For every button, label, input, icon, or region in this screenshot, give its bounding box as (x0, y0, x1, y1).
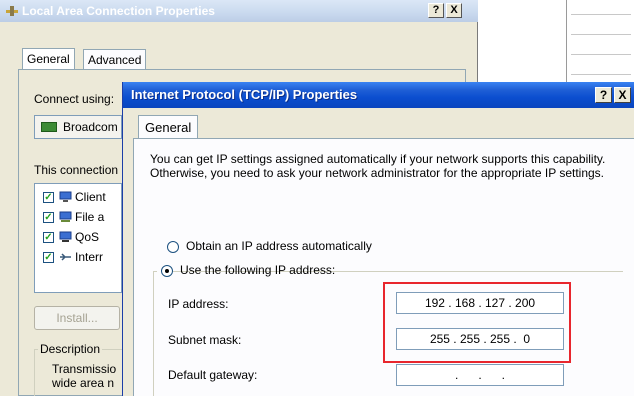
divider (571, 54, 631, 55)
network-adapter-icon (41, 122, 57, 132)
ip-address-group-legend: Use the following IP address: (157, 263, 335, 279)
radio-selected-dot (165, 269, 169, 273)
adapter-name: Broadcom (63, 120, 118, 134)
qos-icon (59, 231, 72, 242)
dialog-title: Internet Protocol (TCP/IP) Properties (131, 87, 358, 102)
background-right-window (566, 0, 634, 88)
this-connection-label: This connection uses the following items… (34, 163, 122, 177)
help-button[interactable]: ? (428, 3, 444, 18)
intro-text: You can get IP settings assigned automat… (150, 152, 606, 180)
use-following-ip-radio[interactable] (161, 265, 173, 277)
description-line: wide area n (52, 376, 115, 390)
list-item-label: QoS (75, 230, 100, 244)
default-gateway-input[interactable]: . . . (396, 364, 564, 386)
tab-general[interactable]: General (138, 115, 199, 139)
checkbox[interactable]: ✓ (43, 252, 54, 263)
description-text: Transmissio wide area n (52, 362, 116, 390)
file-sharing-icon (59, 211, 72, 222)
close-button[interactable]: X (614, 87, 631, 103)
background-window-title: Local Area Connection Properties (22, 4, 215, 18)
default-gateway-label: Default gateway: (168, 368, 258, 382)
network-client-icon (59, 191, 72, 202)
close-button[interactable]: X (446, 3, 462, 18)
install-button[interactable]: Install... (34, 306, 120, 330)
obtain-ip-automatically-radio[interactable] (167, 241, 179, 253)
adapter-box: Broadcom (34, 115, 122, 139)
network-connection-icon (6, 6, 18, 16)
connect-using-label: Connect using: (34, 92, 115, 106)
dialog-titlebar[interactable]: Internet Protocol (TCP/IP) Properties ? … (123, 82, 634, 108)
list-item-label: File a (75, 210, 105, 224)
list-item-label: Interr (75, 250, 104, 264)
checkbox[interactable]: ✓ (43, 212, 54, 223)
tab-general[interactable]: General (22, 48, 75, 70)
obtain-ip-automatically-label[interactable]: Obtain an IP address automatically (186, 239, 372, 253)
divider (571, 34, 631, 35)
protocol-icon (60, 253, 71, 261)
checkbox[interactable]: ✓ (43, 232, 54, 243)
ip-address-label: IP address: (168, 297, 229, 311)
divider (571, 14, 631, 15)
description-line: Transmissio (52, 362, 117, 376)
checkbox[interactable]: ✓ (43, 192, 54, 203)
highlight-box (383, 282, 571, 363)
description-legend: Description (38, 342, 103, 356)
divider (571, 74, 631, 75)
tab-advanced[interactable]: Advanced (83, 49, 147, 70)
help-button[interactable]: ? (595, 87, 612, 103)
subnet-mask-label: Subnet mask: (168, 333, 242, 347)
background-titlebar[interactable]: Local Area Connection Properties ? X (0, 0, 478, 22)
components-list[interactable]: ✓ Client ✓ File a ✓ QoS ✓ Interr (34, 183, 122, 293)
use-following-ip-label[interactable]: Use the following IP address: (180, 263, 339, 277)
list-item-label: Client (75, 190, 106, 204)
